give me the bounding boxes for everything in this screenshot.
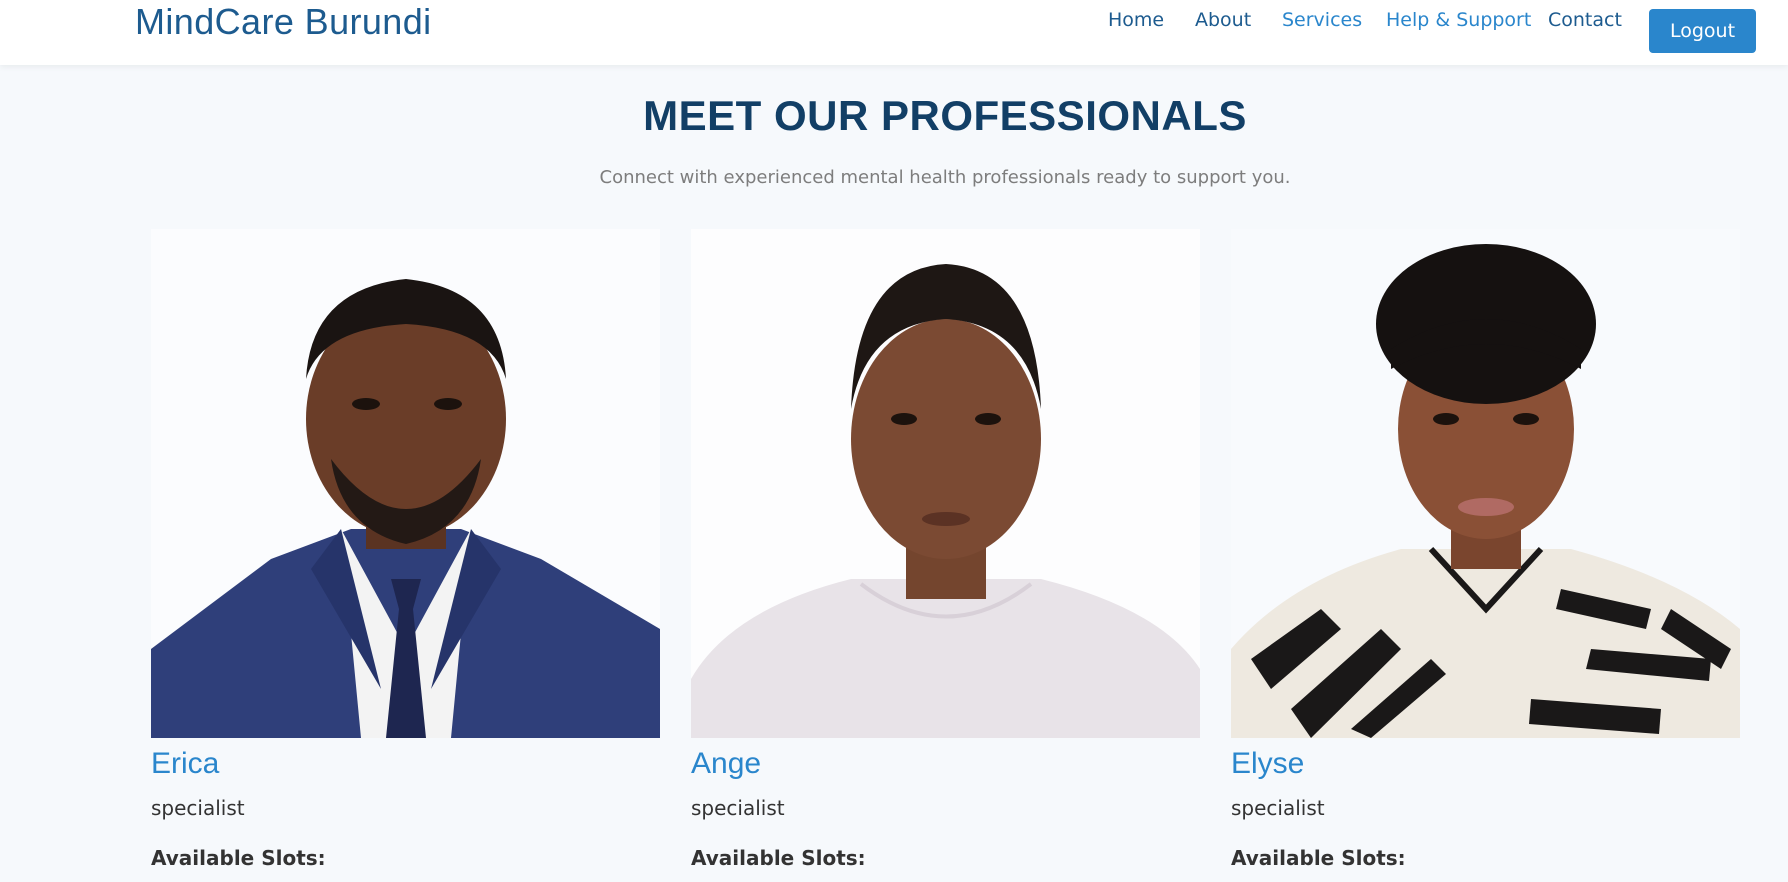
professional-role: specialist [151,796,245,820]
professional-role: specialist [1231,796,1325,820]
professional-name[interactable]: Elyse [1231,744,1740,784]
brand-logo[interactable]: MindCare Burundi [135,1,432,43]
nav-about[interactable]: About [1195,9,1251,31]
professional-card: Elyse specialist Available Slots: [1231,229,1740,870]
available-slots-label: Available Slots: [151,846,326,870]
nav-services[interactable]: Services [1282,9,1362,31]
available-slots-label: Available Slots: [1231,846,1406,870]
professional-card: Ange specialist Available Slots: [691,229,1200,870]
nav-help-support[interactable]: Help & Support [1386,9,1531,31]
portrait-woman-patterned-shirt [1231,229,1740,738]
professional-photo [151,229,660,738]
professional-name[interactable]: Erica [151,744,660,784]
professional-name[interactable]: Ange [691,744,1200,784]
professional-photo [691,229,1200,738]
available-slots-label: Available Slots: [691,846,866,870]
portrait-woman-white-shirt [691,229,1200,738]
portrait-man-suit [151,229,660,738]
professional-role: specialist [691,796,785,820]
professional-card: Erica specialist Available Slots: [151,229,660,870]
section-title: MEET OUR PROFESSIONALS [643,92,1247,139]
section-subtitle: Connect with experienced mental health p… [599,167,1291,188]
logout-button[interactable]: Logout [1649,9,1756,53]
nav-contact[interactable]: Contact [1548,9,1622,31]
professional-photo [1231,229,1740,738]
site-header: MindCare Burundi Home About Services Hel… [0,0,1788,65]
nav-home[interactable]: Home [1108,9,1164,31]
